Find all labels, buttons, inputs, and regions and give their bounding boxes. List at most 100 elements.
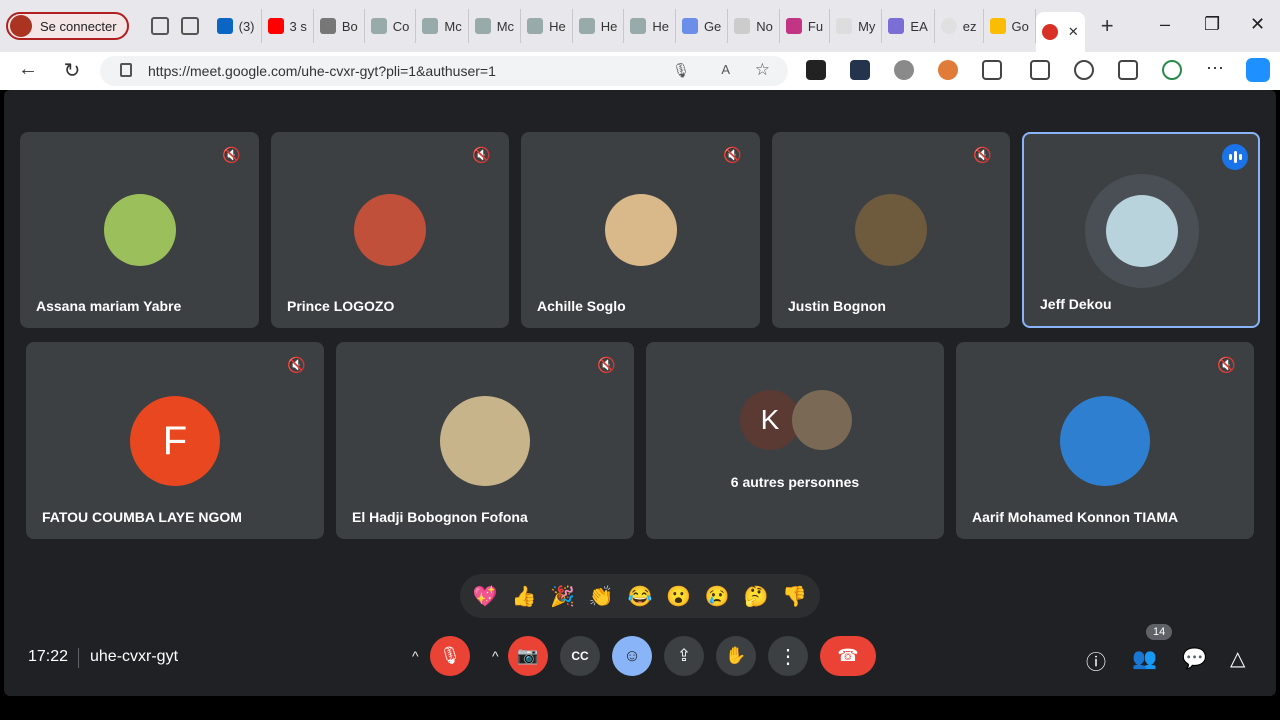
restore-button[interactable]: ❐ [1204,14,1220,35]
tab-google[interactable]: Go [984,9,1036,43]
extension-icon[interactable] [806,60,826,80]
participant-tile[interactable]: 🔇 F FATOU COUMBA LAYE NGOM [26,342,324,539]
profile-label: Se connecter [40,18,117,34]
avatar [855,194,927,266]
extension-icon[interactable] [850,60,870,80]
tab-notes[interactable]: No [728,9,780,43]
tab-meet-active[interactable]: ✕ [1035,12,1085,52]
tab-5[interactable]: Mc [416,9,469,43]
profile-button[interactable]: Se connecter [6,12,129,40]
tab-3[interactable]: Bo [314,9,365,43]
tab-instagram[interactable]: Fu [780,9,831,43]
microphone-toggle-button[interactable]: 🎙 [430,636,470,676]
muted-mic-icon: 🔇 [1217,357,1236,374]
recording-icon [1041,24,1058,40]
collections-icon[interactable] [1118,60,1138,80]
close-tab-icon[interactable]: ✕ [1068,24,1079,40]
reaction-thumbs-up[interactable]: 👍 [512,584,537,609]
muted-mic-icon: 🔇 [597,357,616,374]
tab-7[interactable]: He [521,9,573,43]
microphone-icon[interactable]: 🎙 [672,62,690,79]
tab-6[interactable]: Mc [469,9,522,43]
audio-options-chevron-icon[interactable]: ^ [412,648,419,664]
participant-tile-speaking[interactable]: Jeff Dekou [1022,132,1260,328]
video-options-chevron-icon[interactable]: ^ [492,648,499,664]
participant-name: Prince LOGOZO [287,298,395,314]
copilot-icon[interactable] [1246,58,1270,82]
reactions-button[interactable]: ☺ [612,636,652,676]
tab-linkedin[interactable]: (3) [211,9,262,43]
reaction-heart[interactable]: 💖 [473,584,498,609]
tab-gemini[interactable]: Ge [676,9,729,43]
site-icon [474,18,491,34]
chat-icon[interactable]: 💬 [1182,646,1207,671]
read-aloud-icon[interactable]: A [721,62,730,77]
captions-button[interactable]: CC [560,636,600,676]
notes-icon [734,18,751,34]
more-options-button[interactable]: ⋮ [768,636,808,676]
reactions-bar: 💖 👍 🎉 👏 😂 😮 😢 🤔 👎 [460,574,820,618]
muted-mic-icon: 🔇 [723,147,742,164]
reaction-clap[interactable]: 👏 [589,584,614,609]
camera-toggle-button[interactable]: 📷 [508,636,548,676]
people-icon[interactable]: 👥 [1132,646,1157,671]
tab-4[interactable]: Co [365,9,417,43]
more-vertical-icon: ⋮ [778,645,798,668]
tab-ea[interactable]: EA [882,9,935,43]
raise-hand-button[interactable]: ✋ [716,636,756,676]
participant-name: Aarif Mohamed Konnon TIAMA [972,509,1179,525]
tab-youtube[interactable]: 3 s [262,9,314,43]
hang-up-icon: ☎ [837,646,859,665]
reaction-laugh[interactable]: 😂 [628,584,653,609]
reaction-thumbs-down[interactable]: 👎 [782,584,807,609]
workspaces-icon[interactable] [150,17,169,35]
tab-9[interactable]: He [624,9,676,43]
back-icon[interactable]: ← [6,58,50,81]
leave-call-button[interactable]: ☎ [820,636,876,676]
youtube-icon [267,18,284,34]
browser-essentials-icon[interactable] [1162,60,1182,80]
address-bar: ← ↻ https://meet.google.com/uhe-cvxr-gyt… [0,52,1280,90]
people-count-badge: 14 [1146,624,1173,640]
meeting-info-icon[interactable]: ⓘ [1086,646,1106,675]
participant-name: Assana mariam Yabre [36,298,182,314]
tab-ez[interactable]: ez [935,9,984,43]
participant-name: El Hadji Bobognon Fofona [352,509,528,525]
new-tab-button[interactable]: + [1101,13,1114,39]
split-screen-icon[interactable] [1030,60,1050,80]
extensions-puzzle-icon[interactable] [982,60,1002,80]
activities-icon[interactable]: △ [1230,646,1245,671]
reaction-party[interactable]: 🎉 [550,584,575,609]
site-icon [319,18,336,34]
refresh-icon[interactable]: ↻ [50,58,94,83]
reaction-sad[interactable]: 😢 [705,584,730,609]
initial-avatar: F [130,396,220,486]
favorite-star-icon[interactable]: ☆ [755,60,770,80]
favorites-icon[interactable] [1074,60,1094,80]
present-screen-button[interactable]: ⇪ [664,636,704,676]
more-menu-icon[interactable]: ⋯ [1206,58,1224,79]
participant-tile[interactable]: 🔇 Prince LOGOZO [271,132,509,328]
tab-8[interactable]: He [573,9,625,43]
participant-tile[interactable]: 🔇 El Hadji Bobognon Fofona [336,342,634,539]
participant-tile[interactable]: 🔇 Assana mariam Yabre [20,132,259,328]
participant-tile[interactable]: 🔇 Aarif Mohamed Konnon TIAMA [956,342,1254,539]
muted-mic-icon: 🔇 [472,147,491,164]
present-icon: ⇪ [676,646,692,665]
wordpress-icon[interactable] [938,60,958,80]
wordpress-icon[interactable] [894,60,914,80]
tab-actions-icon[interactable] [180,17,199,35]
site-icon [527,18,544,34]
reaction-thinking[interactable]: 🤔 [743,584,768,609]
divider [78,648,79,668]
avatar [605,194,677,266]
minimize-button[interactable]: – [1160,14,1170,35]
url-field[interactable]: https://meet.google.com/uhe-cvxr-gyt?pli… [100,56,788,86]
participant-tile[interactable]: 🔇 Achille Soglo [521,132,760,328]
others-tile[interactable]: K 6 autres personnes [646,342,944,539]
participant-tile[interactable]: 🔇 Justin Bognon [772,132,1010,328]
close-window-button[interactable]: ✕ [1250,14,1265,35]
tab-doc[interactable]: My [830,9,883,43]
reaction-surprised[interactable]: 😮 [666,584,691,609]
linkedin-icon [216,18,233,34]
